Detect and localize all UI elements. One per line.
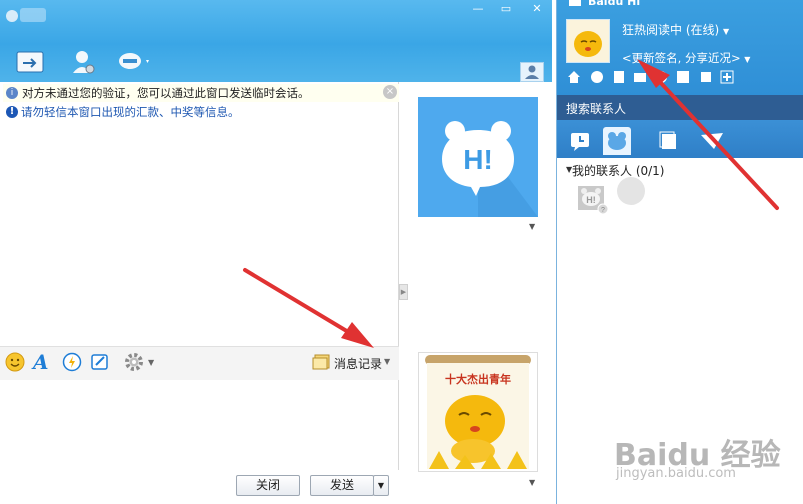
album-icon[interactable]: [699, 70, 713, 84]
warning-icon: !: [6, 106, 18, 118]
font-icon[interactable]: A: [33, 352, 53, 372]
contact-list-avatar[interactable]: H!?: [578, 186, 609, 215]
settings-chevron-down-icon[interactable]: ▼: [148, 358, 154, 367]
baidu-space-icon[interactable]: [676, 70, 690, 84]
status-chevron-down-icon: ▼: [723, 27, 730, 36]
contact-avatar-text: H!: [463, 144, 493, 175]
contact-search-input[interactable]: 搜索联系人: [566, 100, 626, 117]
shake-icon[interactable]: [62, 352, 82, 372]
my-avatar-caption: 十大杰出青年: [445, 372, 511, 386]
screenshot-icon[interactable]: [90, 352, 110, 372]
verification-notice: 对方未通过您的验证，您可以通过此窗口发送临时会话。: [3, 84, 399, 102]
maximize-button[interactable]: ▭: [494, 0, 518, 18]
notice-close-icon[interactable]: ×: [383, 85, 397, 99]
notes-icon[interactable]: [612, 70, 626, 84]
online-status-text: 狂热阅读中 (在线): [622, 23, 720, 37]
contact-group-header[interactable]: 我的联系人 (0/1): [572, 162, 665, 179]
contact-small-avatar: [6, 10, 18, 22]
app-title: Baidu Hi: [588, 0, 641, 8]
contact-avatar-chevron-down-icon[interactable]: ▼: [529, 222, 535, 231]
close-button[interactable]: 关闭: [236, 475, 300, 496]
chat-title-redacted: [20, 8, 46, 22]
contacts-tab[interactable]: [603, 127, 631, 155]
contact-profile-icon[interactable]: [70, 49, 98, 75]
minimize-button[interactable]: —: [466, 0, 490, 18]
emoji-icon[interactable]: [5, 352, 25, 372]
contact-list-avatar-text: H!: [586, 195, 596, 205]
send-button[interactable]: 发送: [310, 475, 374, 496]
baidu-hi-logo-icon: [569, 0, 581, 6]
message-area: [0, 82, 399, 504]
chat-bubble-icon[interactable]: [590, 70, 604, 84]
online-status-dropdown[interactable]: 狂热阅读中 (在线) ▼: [622, 21, 729, 38]
send-options-chevron-down-icon[interactable]: ▼: [373, 475, 389, 496]
fraud-warning-text: 请勿轻信本窗口出现的汇款、中奖等信息。: [21, 105, 240, 119]
history-chevron-down-icon: ▼: [384, 357, 391, 366]
message-history-button[interactable]: 消息记录 ▼: [312, 352, 396, 374]
contact-offline-indicator: [617, 177, 645, 205]
my-avatar: 十大杰出青年: [418, 352, 538, 472]
send-file-icon[interactable]: [16, 49, 44, 75]
my-avatar-chevron-down-icon[interactable]: ▼: [529, 478, 535, 487]
close-window-button[interactable]: ✕: [522, 0, 552, 18]
info-icon: i: [6, 87, 18, 99]
user-panel-icon[interactable]: [520, 62, 544, 82]
home-icon[interactable]: [567, 70, 581, 84]
my-hi-avatar[interactable]: [566, 19, 610, 63]
settings-gear-icon[interactable]: [124, 352, 144, 372]
mail-icon[interactable]: [633, 70, 647, 84]
recent-chats-tab[interactable]: [566, 127, 594, 155]
svg-text:?: ?: [601, 207, 605, 214]
apps-icon[interactable]: [118, 49, 149, 75]
message-history-label: 消息记录: [334, 357, 383, 371]
add-app-icon[interactable]: [720, 70, 734, 84]
groups-tab[interactable]: [655, 127, 683, 155]
discussion-tab[interactable]: [698, 127, 726, 155]
signature-chevron-down-icon: ▼: [744, 55, 751, 64]
signature-field[interactable]: <更新签名, 分享近况> ▼: [622, 50, 750, 66]
watermark-url: jingyan.baidu.com: [616, 466, 736, 481]
verification-notice-text: 对方未通过您的验证，您可以通过此窗口发送临时会话。: [22, 86, 310, 100]
signature-text: <更新签名, 分享近况>: [622, 51, 741, 65]
contact-avatar: H!: [418, 97, 538, 217]
panel-collapse-handle[interactable]: ▶: [399, 284, 408, 300]
refresh-icon[interactable]: [654, 70, 668, 84]
